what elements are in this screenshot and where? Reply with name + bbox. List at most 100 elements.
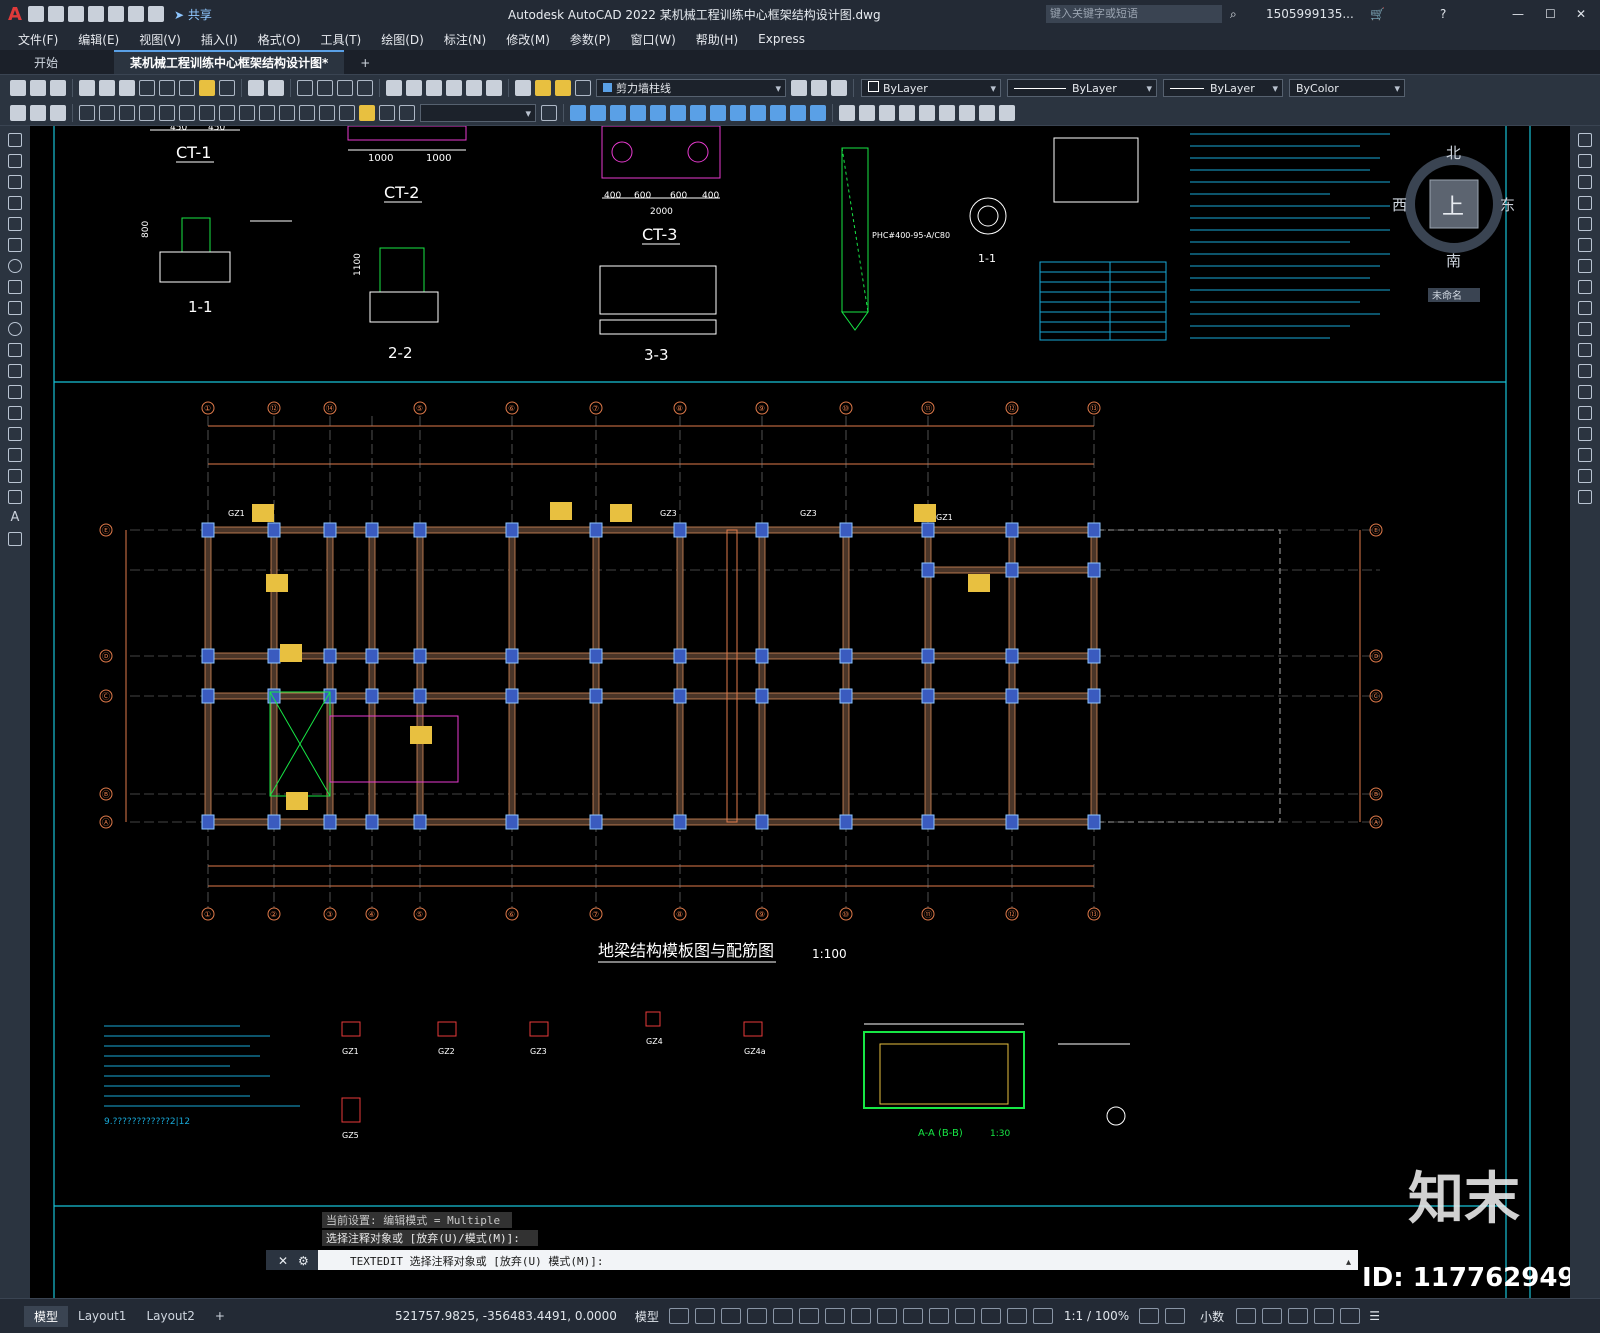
model-space-button[interactable]: 模型 (635, 1308, 659, 1325)
erase-icon[interactable] (839, 104, 855, 121)
jogged-linear-icon[interactable] (339, 104, 355, 121)
lengthen-icon[interactable] (919, 104, 935, 121)
search-icon[interactable]: ⌕ (1230, 7, 1237, 22)
units-dropdown[interactable]: 小数 (1200, 1308, 1224, 1325)
quick-properties-icon[interactable] (1236, 1308, 1257, 1324)
lock-ui-icon[interactable] (1262, 1308, 1283, 1324)
search-input[interactable]: 键入关键字或短语 (1046, 5, 1222, 23)
edithatch-icon[interactable] (979, 104, 995, 121)
dim-edit-icon[interactable] (359, 104, 375, 121)
color-dropdown[interactable]: ByLayer (861, 78, 1001, 98)
copy-icon[interactable] (159, 79, 175, 96)
editspline-icon[interactable] (959, 104, 975, 121)
menu-window[interactable]: 窗口(W) (621, 31, 686, 48)
insert-block-icon[interactable] (8, 364, 22, 378)
lineweight-toggle-icon[interactable] (850, 1308, 871, 1324)
explode-tool-icon[interactable] (1578, 490, 1592, 504)
zoom-window-icon[interactable] (337, 79, 353, 96)
dim-diameter-icon[interactable] (139, 104, 155, 121)
menu-dimension[interactable]: 标注(N) (434, 31, 496, 48)
move-tool-icon[interactable] (1578, 238, 1592, 252)
xline-icon[interactable] (8, 154, 22, 168)
dim-break-icon[interactable] (259, 104, 275, 121)
block-icon[interactable] (219, 79, 235, 96)
menu-file[interactable]: 文件(F) (8, 31, 68, 48)
copy-obj-icon[interactable] (590, 104, 606, 121)
trim-tool-icon[interactable] (1578, 322, 1592, 336)
qopen-icon[interactable] (30, 79, 46, 96)
dim-jogged-icon[interactable] (119, 104, 135, 121)
undo-icon[interactable] (127, 6, 144, 22)
menu-express[interactable]: Express (748, 32, 815, 46)
pan-icon[interactable] (297, 79, 313, 96)
osnap-icon[interactable] (824, 1308, 845, 1324)
array-tool-icon[interactable] (1578, 217, 1592, 231)
otrack-icon[interactable] (798, 1308, 819, 1324)
layer-previous-icon[interactable] (811, 79, 827, 96)
join-tool-icon[interactable] (1578, 406, 1592, 420)
minimize-icon[interactable]: — (1512, 7, 1524, 21)
tolerance-icon[interactable] (279, 104, 295, 121)
redo-arrow-icon[interactable] (268, 79, 284, 96)
break-point-icon[interactable] (1578, 364, 1592, 378)
workspace-gear-icon[interactable] (1139, 1308, 1160, 1324)
user-account[interactable]: 1505999135... (1266, 7, 1354, 21)
dim-aligned-icon[interactable] (30, 104, 46, 121)
dim-continue-icon[interactable] (219, 104, 235, 121)
isolate-objects-icon[interactable] (1288, 1308, 1309, 1324)
chamfer-tool-icon[interactable] (1578, 427, 1592, 441)
mtext-icon[interactable]: A (8, 511, 22, 525)
line-icon[interactable] (8, 133, 22, 147)
revcloud-icon[interactable] (8, 280, 22, 294)
tab-layout1[interactable]: Layout1 (68, 1307, 136, 1325)
isodraft-icon[interactable] (772, 1308, 793, 1324)
polyline-icon[interactable] (8, 175, 22, 189)
arc-icon[interactable] (8, 238, 22, 252)
polar-icon[interactable] (746, 1308, 767, 1324)
table-icon[interactable] (8, 490, 22, 504)
stretch-icon[interactable] (610, 104, 626, 121)
properties-icon[interactable] (386, 79, 402, 96)
explode-icon[interactable] (810, 104, 826, 121)
selection-filter-icon[interactable] (980, 1308, 1001, 1324)
customize-menu-icon[interactable]: ☰ (1369, 1309, 1380, 1323)
command-collapse-icon[interactable]: ▴ (1346, 1257, 1351, 1268)
editattr-icon[interactable] (999, 104, 1015, 121)
designcenter-icon[interactable] (406, 79, 422, 96)
gradient-icon[interactable] (8, 448, 22, 462)
add-selected-icon[interactable] (8, 532, 22, 546)
command-custom-icon[interactable]: ⚙ (298, 1254, 309, 1268)
move-icon[interactable] (570, 104, 586, 121)
inspect-icon[interactable] (319, 104, 335, 121)
layer-freeze-icon[interactable] (555, 79, 571, 96)
dynamic-ucs-icon[interactable] (954, 1308, 975, 1324)
qsave-icon[interactable] (50, 79, 66, 96)
offset-tool-icon[interactable] (1578, 196, 1592, 210)
layer-on-icon[interactable] (535, 79, 551, 96)
add-layout-button[interactable]: + (205, 1307, 235, 1325)
polygon-icon[interactable] (8, 196, 22, 210)
ellipse-icon[interactable] (8, 322, 22, 336)
menu-draw[interactable]: 绘图(D) (371, 31, 434, 48)
make-current-icon[interactable] (791, 79, 807, 96)
fillet-icon[interactable] (790, 104, 806, 121)
annotation-scale[interactable]: 1:1 / 100% (1064, 1309, 1129, 1323)
point-icon[interactable] (8, 406, 22, 420)
close-icon[interactable]: ✕ (1576, 7, 1586, 21)
ellipse-arc-icon[interactable] (8, 343, 22, 357)
qnew-icon[interactable] (10, 79, 26, 96)
maximize-icon[interactable]: ☐ (1545, 7, 1556, 21)
annotation-monitor-icon[interactable] (1165, 1308, 1186, 1324)
dim-baseline-icon[interactable] (199, 104, 215, 121)
undo-arrow-icon[interactable] (248, 79, 264, 96)
extend-icon[interactable] (710, 104, 726, 121)
menu-view[interactable]: 视图(V) (129, 31, 191, 48)
toolpalettes-icon[interactable] (426, 79, 442, 96)
save-icon[interactable] (67, 6, 84, 22)
cart-icon[interactable]: 🛒 (1370, 7, 1385, 21)
circle-icon[interactable] (8, 259, 22, 273)
hardware-accel-icon[interactable] (1314, 1308, 1335, 1324)
tab-drawing[interactable]: 某机械工程训练中心框架结构设计图* (114, 50, 345, 74)
command-close-icon[interactable]: ✕ (278, 1254, 288, 1268)
cut-icon[interactable] (139, 79, 155, 96)
